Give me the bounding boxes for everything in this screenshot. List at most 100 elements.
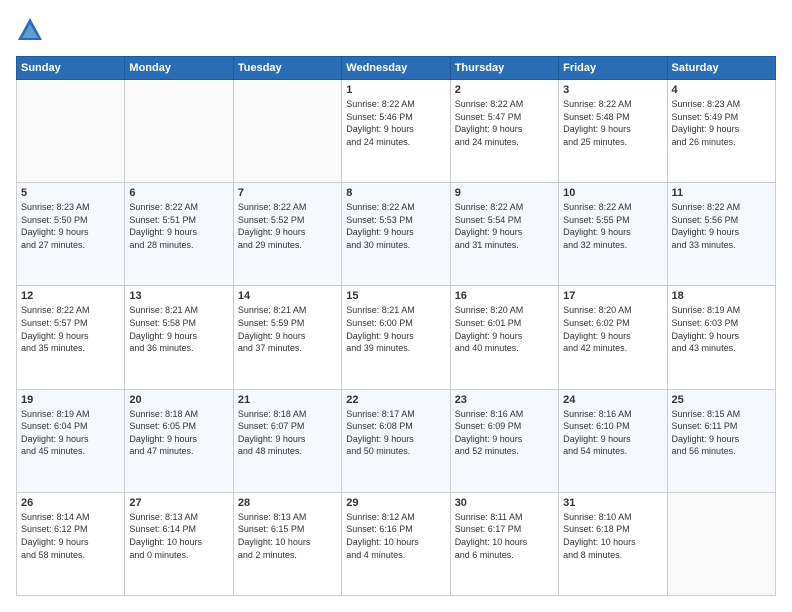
day-number: 20 (129, 394, 228, 406)
day-info: Sunrise: 8:23 AMSunset: 5:50 PMDaylight:… (21, 201, 120, 251)
day-number: 7 (238, 187, 337, 199)
calendar-cell: 31 Sunrise: 8:10 AMSunset: 6:18 PMDayligh… (559, 492, 667, 595)
day-number: 10 (563, 187, 662, 199)
day-info: Sunrise: 8:22 AMSunset: 5:57 PMDaylight:… (21, 304, 120, 354)
calendar-cell: 3 Sunrise: 8:22 AMSunset: 5:48 PMDaylight… (559, 80, 667, 183)
calendar-cell: 2 Sunrise: 8:22 AMSunset: 5:47 PMDaylight… (450, 80, 558, 183)
logo (16, 16, 48, 44)
day-number: 13 (129, 290, 228, 302)
day-info: Sunrise: 8:22 AMSunset: 5:53 PMDaylight:… (346, 201, 445, 251)
day-info: Sunrise: 8:22 AMSunset: 5:56 PMDaylight:… (672, 201, 771, 251)
day-info: Sunrise: 8:12 AMSunset: 6:16 PMDaylight:… (346, 511, 445, 561)
day-info: Sunrise: 8:23 AMSunset: 5:49 PMDaylight:… (672, 98, 771, 148)
calendar-cell: 30 Sunrise: 8:11 AMSunset: 6:17 PMDayligh… (450, 492, 558, 595)
week-row-1: 1 Sunrise: 8:22 AMSunset: 5:46 PMDaylight… (17, 80, 776, 183)
calendar-cell (125, 80, 233, 183)
calendar-cell: 5 Sunrise: 8:23 AMSunset: 5:50 PMDaylight… (17, 183, 125, 286)
day-number: 21 (238, 394, 337, 406)
day-number: 24 (563, 394, 662, 406)
calendar-cell: 22 Sunrise: 8:17 AMSunset: 6:08 PMDayligh… (342, 389, 450, 492)
day-number: 19 (21, 394, 120, 406)
calendar-cell: 20 Sunrise: 8:18 AMSunset: 6:05 PMDayligh… (125, 389, 233, 492)
day-info: Sunrise: 8:18 AMSunset: 6:05 PMDaylight:… (129, 408, 228, 458)
calendar-cell: 18Sunrise: 8:19 AMSunset: 6:03 PMDayligh… (667, 286, 775, 389)
day-number: 3 (563, 84, 662, 96)
day-number: 16 (455, 290, 554, 302)
day-number: 1 (346, 84, 445, 96)
calendar-cell: 14Sunrise: 8:21 AMSunset: 5:59 PMDayligh… (233, 286, 341, 389)
logo-icon (16, 16, 44, 44)
calendar-cell (17, 80, 125, 183)
day-info: Sunrise: 8:22 AMSunset: 5:54 PMDaylight:… (455, 201, 554, 251)
weekday-header-monday: Monday (125, 57, 233, 80)
calendar-cell: 26Sunrise: 8:14 AMSunset: 6:12 PMDayligh… (17, 492, 125, 595)
day-number: 11 (672, 187, 771, 199)
day-number: 15 (346, 290, 445, 302)
week-row-3: 12Sunrise: 8:22 AMSunset: 5:57 PMDayligh… (17, 286, 776, 389)
day-info: Sunrise: 8:22 AMSunset: 5:47 PMDaylight:… (455, 98, 554, 148)
page: SundayMondayTuesdayWednesdayThursdayFrid… (0, 0, 792, 612)
day-number: 30 (455, 497, 554, 509)
header (16, 16, 776, 44)
calendar-cell: 6 Sunrise: 8:22 AMSunset: 5:51 PMDaylight… (125, 183, 233, 286)
calendar-cell: 23Sunrise: 8:16 AMSunset: 6:09 PMDayligh… (450, 389, 558, 492)
week-row-5: 26Sunrise: 8:14 AMSunset: 6:12 PMDayligh… (17, 492, 776, 595)
day-info: Sunrise: 8:22 AMSunset: 5:52 PMDaylight:… (238, 201, 337, 251)
weekday-header-row: SundayMondayTuesdayWednesdayThursdayFrid… (17, 57, 776, 80)
day-info: Sunrise: 8:16 AMSunset: 6:10 PMDaylight:… (563, 408, 662, 458)
calendar-cell: 8 Sunrise: 8:22 AMSunset: 5:53 PMDaylight… (342, 183, 450, 286)
day-number: 4 (672, 84, 771, 96)
day-number: 31 (563, 497, 662, 509)
calendar-cell: 12Sunrise: 8:22 AMSunset: 5:57 PMDayligh… (17, 286, 125, 389)
calendar-cell: 21Sunrise: 8:18 AMSunset: 6:07 PMDayligh… (233, 389, 341, 492)
day-info: Sunrise: 8:11 AMSunset: 6:17 PMDaylight:… (455, 511, 554, 561)
day-number: 22 (346, 394, 445, 406)
day-info: Sunrise: 8:10 AMSunset: 6:18 PMDaylight:… (563, 511, 662, 561)
calendar-cell: 16 Sunrise: 8:20 AMSunset: 6:01 PMDayligh… (450, 286, 558, 389)
calendar-cell: 13 Sunrise: 8:21 AMSunset: 5:58 PMDayligh… (125, 286, 233, 389)
day-info: Sunrise: 8:22 AMSunset: 5:48 PMDaylight:… (563, 98, 662, 148)
calendar-cell: 1 Sunrise: 8:22 AMSunset: 5:46 PMDaylight… (342, 80, 450, 183)
day-info: Sunrise: 8:13 AMSunset: 6:14 PMDaylight:… (129, 511, 228, 561)
calendar-cell: 17 Sunrise: 8:20 AMSunset: 6:02 PMDayligh… (559, 286, 667, 389)
day-info: Sunrise: 8:19 AMSunset: 6:03 PMDaylight:… (672, 304, 771, 354)
day-number: 26 (21, 497, 120, 509)
day-info: Sunrise: 8:20 AMSunset: 6:01 PMDaylight:… (455, 304, 554, 354)
day-info: Sunrise: 8:13 AMSunset: 6:15 PMDaylight:… (238, 511, 337, 561)
week-row-4: 19Sunrise: 8:19 AMSunset: 6:04 PMDayligh… (17, 389, 776, 492)
calendar-cell (667, 492, 775, 595)
calendar-cell: 29Sunrise: 8:12 AMSunset: 6:16 PMDayligh… (342, 492, 450, 595)
day-info: Sunrise: 8:21 AMSunset: 6:00 PMDaylight:… (346, 304, 445, 354)
day-number: 2 (455, 84, 554, 96)
calendar-cell: 9Sunrise: 8:22 AMSunset: 5:54 PMDaylight… (450, 183, 558, 286)
weekday-header-tuesday: Tuesday (233, 57, 341, 80)
weekday-header-saturday: Saturday (667, 57, 775, 80)
day-number: 14 (238, 290, 337, 302)
day-number: 25 (672, 394, 771, 406)
calendar-cell: 19Sunrise: 8:19 AMSunset: 6:04 PMDayligh… (17, 389, 125, 492)
day-info: Sunrise: 8:22 AMSunset: 5:51 PMDaylight:… (129, 201, 228, 251)
day-info: Sunrise: 8:20 AMSunset: 6:02 PMDaylight:… (563, 304, 662, 354)
week-row-2: 5 Sunrise: 8:23 AMSunset: 5:50 PMDaylight… (17, 183, 776, 286)
calendar-cell (233, 80, 341, 183)
calendar-cell: 24 Sunrise: 8:16 AMSunset: 6:10 PMDayligh… (559, 389, 667, 492)
day-number: 8 (346, 187, 445, 199)
calendar-cell: 28Sunrise: 8:13 AMSunset: 6:15 PMDayligh… (233, 492, 341, 595)
weekday-header-sunday: Sunday (17, 57, 125, 80)
calendar-table: SundayMondayTuesdayWednesdayThursdayFrid… (16, 56, 776, 596)
calendar-cell: 27Sunrise: 8:13 AMSunset: 6:14 PMDayligh… (125, 492, 233, 595)
day-info: Sunrise: 8:22 AMSunset: 5:46 PMDaylight:… (346, 98, 445, 148)
day-info: Sunrise: 8:17 AMSunset: 6:08 PMDaylight:… (346, 408, 445, 458)
day-info: Sunrise: 8:21 AMSunset: 5:58 PMDaylight:… (129, 304, 228, 354)
calendar-cell: 7 Sunrise: 8:22 AMSunset: 5:52 PMDaylight… (233, 183, 341, 286)
day-number: 6 (129, 187, 228, 199)
calendar-cell: 11 Sunrise: 8:22 AMSunset: 5:56 PMDayligh… (667, 183, 775, 286)
calendar-cell: 10 Sunrise: 8:22 AMSunset: 5:55 PMDayligh… (559, 183, 667, 286)
weekday-header-thursday: Thursday (450, 57, 558, 80)
day-number: 23 (455, 394, 554, 406)
day-info: Sunrise: 8:15 AMSunset: 6:11 PMDaylight:… (672, 408, 771, 458)
calendar-cell: 25 Sunrise: 8:15 AMSunset: 6:11 PMDayligh… (667, 389, 775, 492)
day-number: 5 (21, 187, 120, 199)
day-info: Sunrise: 8:22 AMSunset: 5:55 PMDaylight:… (563, 201, 662, 251)
day-number: 17 (563, 290, 662, 302)
